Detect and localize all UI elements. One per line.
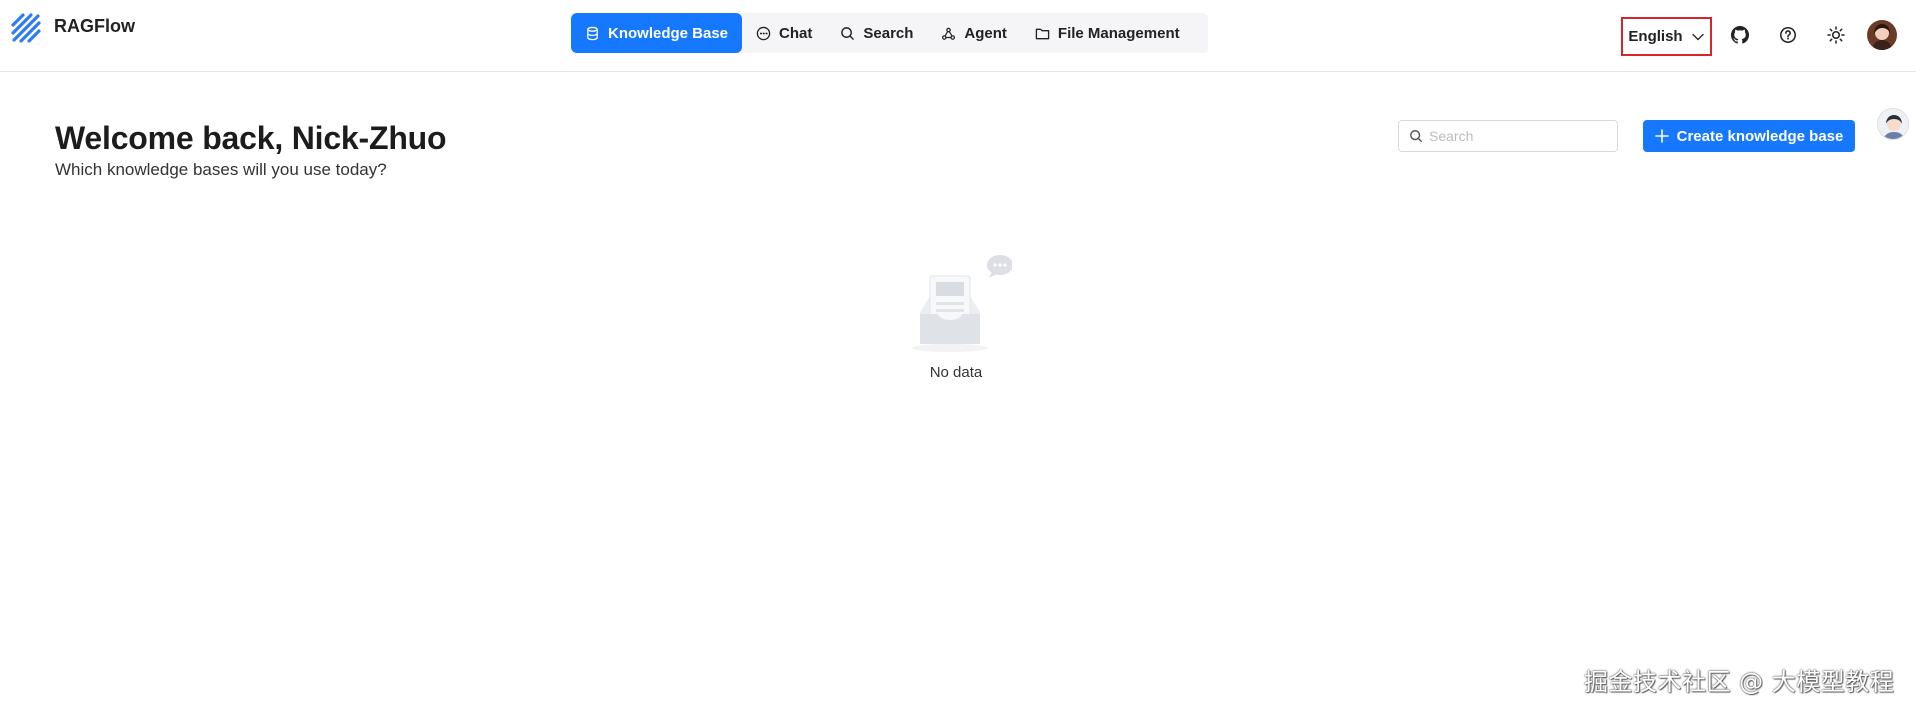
ragflow-logo-icon <box>11 13 41 43</box>
app-name: RAGFlow <box>54 15 135 36</box>
nav-file-management[interactable]: File Management <box>1021 13 1194 53</box>
nav-knowledge-base[interactable]: Knowledge Base <box>571 13 743 53</box>
knowledge-search[interactable] <box>1398 120 1618 152</box>
main-nav: Knowledge Base Chat Search Agent File Ma… <box>571 13 1208 53</box>
folder-icon <box>1035 28 1050 39</box>
nav-label: Search <box>863 24 914 42</box>
nav-label: Chat <box>779 24 813 42</box>
language-select[interactable]: English <box>1621 17 1712 56</box>
empty-state-text: No data <box>929 364 983 381</box>
user-avatar[interactable] <box>1867 20 1897 50</box>
watermark: 掘金技术社区 @ 大模型教程 <box>1584 668 1895 696</box>
page-subtitle: Which knowledge bases will you use today… <box>55 160 387 179</box>
help-button[interactable] <box>1777 24 1799 46</box>
search-icon <box>841 26 855 40</box>
assistant-avatar-image <box>1878 109 1908 139</box>
app-logo[interactable]: RAGFlow <box>10 12 135 46</box>
nav-chat[interactable]: Chat <box>742 13 826 53</box>
database-icon <box>587 26 598 40</box>
nav-label: File Management <box>1057 24 1180 42</box>
agent-graph-icon <box>942 27 956 40</box>
nav-label: Knowledge Base <box>608 24 729 42</box>
chevron-down-icon <box>1691 33 1704 40</box>
empty-inbox-icon <box>912 255 1012 352</box>
language-label: English <box>1628 28 1683 45</box>
search-icon <box>1410 130 1422 142</box>
avatar-image <box>1867 20 1897 50</box>
page-title: Welcome back, Nick-Zhuo <box>55 120 447 156</box>
chat-bubble-icon <box>756 26 771 40</box>
create-knowledge-base-button[interactable]: Create knowledge base <box>1643 120 1855 152</box>
search-input[interactable] <box>1429 128 1609 144</box>
top-header: RAGFlow Knowledge Base Chat Search Agent… <box>0 0 1916 72</box>
nav-search[interactable]: Search <box>826 13 927 53</box>
floating-assistant-avatar[interactable] <box>1877 108 1909 140</box>
plus-icon <box>1654 129 1669 143</box>
theme-sun-icon <box>1827 26 1845 44</box>
theme-toggle[interactable] <box>1825 24 1847 46</box>
create-button-label: Create knowledge base <box>1676 127 1844 145</box>
help-icon <box>1780 27 1796 43</box>
nav-agent[interactable]: Agent <box>927 13 1021 53</box>
github-button[interactable] <box>1729 24 1751 46</box>
nav-label: Agent <box>964 24 1007 42</box>
github-icon <box>1731 26 1749 44</box>
